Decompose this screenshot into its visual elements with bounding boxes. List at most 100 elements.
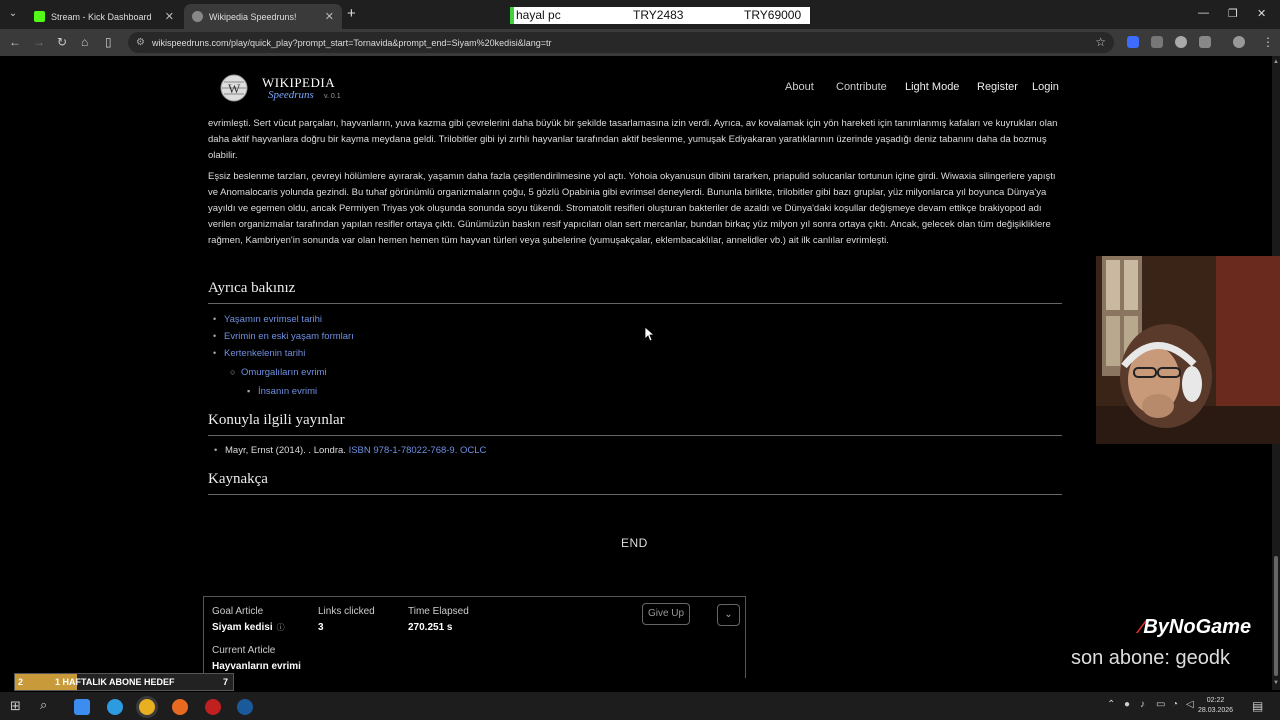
article-paragraph: evrimleşti. Sert vücut parçaları, hayvan…	[208, 118, 1058, 161]
side-panel-button[interactable]: ▯	[105, 35, 112, 49]
collapse-panel-button[interactable]: ⌄	[717, 604, 740, 626]
scrollbar-thumb[interactable]	[1274, 556, 1278, 676]
forward-button[interactable]: →	[33, 35, 45, 49]
home-button[interactable]: ⌂	[81, 35, 88, 49]
network-icon[interactable]: ◔	[1172, 699, 1178, 710]
extension-icon[interactable]	[1151, 36, 1163, 48]
extension-icon[interactable]	[1127, 36, 1139, 48]
mouse-cursor-icon	[645, 327, 655, 342]
web-page: W WIKIPEDIA Speedruns v. 0.1 About Contr…	[0, 56, 1272, 690]
sponsor-brand: ⁄ByNoGame	[1140, 616, 1252, 638]
nav-about[interactable]: About	[785, 81, 814, 93]
tab-kick-dashboard[interactable]: Stream - Kick Dashboard ✕	[26, 4, 182, 29]
links-clicked-label: Links clicked	[318, 606, 375, 617]
svg-text:W: W	[228, 81, 241, 96]
tab-title: Wikipedia Speedruns!	[209, 11, 297, 22]
last-subscriber: son abone: geodk	[1071, 647, 1231, 669]
steam-icon[interactable]	[237, 699, 253, 715]
time-elapsed-label: Time Elapsed	[408, 606, 469, 617]
shield-extension-icon[interactable]	[1175, 36, 1187, 48]
scroll-down-icon[interactable]: ▼	[1273, 680, 1279, 686]
address-bar[interactable]: ⚙ wikispeedruns.com/play/quick_play?prom…	[128, 32, 1114, 53]
end-marker: END	[621, 536, 648, 550]
see-also-heading: Ayrıca bakınız	[208, 280, 1062, 304]
time-elapsed-value: 270.251 s	[408, 622, 453, 633]
tab-wikipedia-speedruns[interactable]: Wikipedia Speedruns! ✕	[184, 4, 342, 29]
tray-app-icon[interactable]: ●	[1124, 699, 1130, 710]
site-info-icon[interactable]: ⚙	[136, 37, 145, 48]
reload-button[interactable]: ↻	[57, 35, 67, 49]
nav-login[interactable]: Login	[1032, 81, 1059, 93]
url-text: wikispeedruns.com/play/quick_play?prompt…	[152, 37, 552, 48]
kick-favicon-icon	[34, 11, 45, 22]
globe-favicon-icon	[192, 11, 203, 22]
volume-icon[interactable]: ◁	[1186, 699, 1194, 710]
close-tab-icon[interactable]: ✕	[325, 10, 334, 23]
overlay-value-2: TRY69000	[744, 8, 802, 22]
new-tab-button[interactable]: +	[347, 5, 356, 22]
firefox-icon[interactable]	[172, 699, 188, 715]
sub-goal-target: 7	[223, 677, 229, 687]
info-icon[interactable]: ⓘ	[277, 623, 285, 632]
notifications-icon[interactable]: ▤	[1252, 699, 1263, 713]
site-logo[interactable]: W WIKIPEDIA Speedruns v. 0.1	[214, 72, 341, 102]
references-heading: Kaynakça	[208, 471, 1062, 495]
app-icon[interactable]	[205, 699, 221, 715]
microphone-icon[interactable]: ♪	[1140, 699, 1145, 710]
start-windows-icon[interactable]: ⊞	[10, 698, 21, 714]
sub-goal-bar: 2 1 HAFTALIK ABONE HEDEF 7	[14, 673, 234, 691]
browser-toolbar: ← → ↻ ⌂ ▯ ⚙ wikispeedruns.com/play/quick…	[0, 29, 1280, 56]
search-icon[interactable]: ⌕	[40, 697, 47, 713]
bookmark-star-icon[interactable]: ☆	[1095, 35, 1106, 49]
chrome-icon[interactable]	[139, 699, 155, 715]
back-button[interactable]: ←	[9, 35, 21, 49]
minimize-button[interactable]: —	[1198, 7, 1209, 19]
sub-goal-label: 1 HAFTALIK ABONE HEDEF	[55, 677, 175, 687]
nav-register[interactable]: Register	[977, 81, 1018, 93]
system-clock[interactable]: 02:22 28.03.2026	[1198, 696, 1233, 716]
links-clicked-value: 3	[318, 622, 324, 633]
article-paragraph: Eşsiz beslenme tarzları, çevreyi hölümle…	[208, 171, 1056, 246]
version-label: v. 0.1	[324, 93, 341, 100]
see-also-link[interactable]: ▪ İnsanın evrimi	[247, 386, 317, 397]
overlay-value-1: TRY2483	[633, 8, 684, 22]
publication-text: Mayr, Ernst (2014). . Londra.	[225, 445, 346, 456]
see-also-link[interactable]: • Kertenkelenin tarihi	[213, 348, 305, 359]
nav-light-mode[interactable]: Light Mode	[905, 81, 959, 93]
puzzle-extensions-icon[interactable]	[1199, 36, 1211, 48]
scroll-up-icon[interactable]: ▲	[1273, 59, 1279, 65]
see-also-link[interactable]: ○ Omurgalıların evrimi	[230, 367, 327, 378]
see-also-link[interactable]: • Evrimin en eski yaşam formları	[213, 331, 354, 342]
logo-subtitle: Speedruns	[268, 89, 314, 101]
battery-icon[interactable]: ▭	[1156, 699, 1165, 710]
current-article-value: Hayvanların evrimi	[212, 661, 301, 672]
goal-article-value: Siyam kedisi ⓘ	[212, 622, 285, 633]
publications-heading: Konuyla ilgili yayınlar	[208, 412, 1062, 436]
stream-price-overlay: hayal pc TRY2483 TRY69000	[510, 7, 810, 24]
see-also-link[interactable]: • Yaşamın evrimsel tarihi	[213, 314, 322, 325]
overlay-accent	[510, 7, 514, 24]
tab-search-icon[interactable]: ⌄	[5, 6, 21, 22]
tab-title: Stream - Kick Dashboard	[51, 11, 152, 22]
goal-article-label: Goal Article	[212, 606, 264, 617]
game-status-panel: Goal Article Siyam kedisi ⓘ Links clicked…	[203, 596, 746, 678]
close-tab-icon[interactable]: ✕	[165, 10, 174, 23]
browser-tab-strip: ⌄ Stream - Kick Dashboard ✕ Wikipedia Sp…	[0, 0, 1280, 29]
nav-contribute[interactable]: Contribute	[836, 81, 887, 93]
current-article-label: Current Article	[212, 645, 276, 656]
edge-icon[interactable]	[107, 699, 123, 715]
browser-menu-icon[interactable]: ⋮	[1262, 35, 1274, 49]
sub-goal-current: 2	[18, 677, 24, 687]
tray-chevron-icon[interactable]: ⌃	[1107, 699, 1115, 710]
isbn-link[interactable]: ISBN 978-1-78022-768-9. OCLC	[349, 445, 487, 456]
close-window-button[interactable]: ✕	[1257, 7, 1266, 20]
streamer-webcam	[1096, 256, 1280, 444]
wikipedia-globe-icon: W	[214, 72, 254, 102]
overlay-label: hayal pc	[516, 8, 561, 22]
profile-avatar[interactable]	[1233, 36, 1245, 48]
app-icon[interactable]	[74, 699, 90, 715]
give-up-button[interactable]: Give Up	[642, 603, 690, 625]
publication-item: • Mayr, Ernst (2014). . Londra. ISBN 978…	[214, 445, 487, 456]
windows-taskbar: ⊞ ⌕ ⌃ ● ♪ ▭ ◔ ◁ 02:22 28.03.2026 ▤	[0, 692, 1280, 720]
restore-button[interactable]: ❐	[1228, 7, 1238, 20]
